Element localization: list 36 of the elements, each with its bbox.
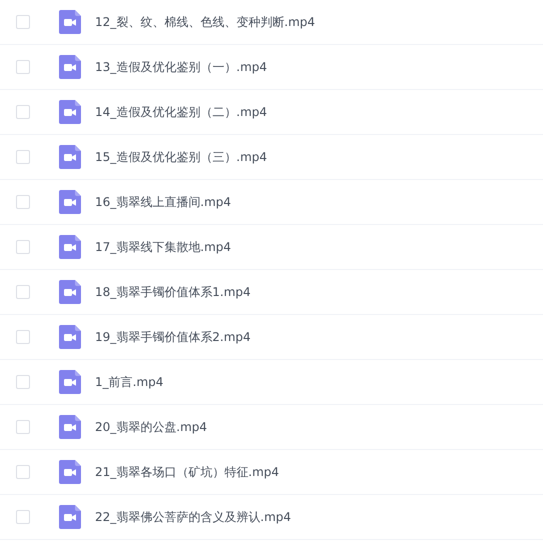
video-file-icon — [59, 505, 81, 529]
video-file-icon — [59, 55, 81, 79]
video-file-icon — [59, 235, 81, 259]
checkbox[interactable] — [16, 375, 30, 389]
checkbox[interactable] — [16, 195, 30, 209]
checkbox[interactable] — [16, 330, 30, 344]
video-file-icon — [59, 145, 81, 169]
video-file-icon — [59, 10, 81, 34]
file-name[interactable]: 18_翡翠手镯价值体系1.mp4 — [95, 284, 251, 300]
checkbox[interactable] — [16, 465, 30, 479]
file-name[interactable]: 21_翡翠各场口（矿坑）特征.mp4 — [95, 464, 280, 480]
file-name[interactable]: 14_造假及优化鉴别（二）.mp4 — [95, 104, 268, 120]
checkbox[interactable] — [16, 510, 30, 524]
file-name[interactable]: 22_翡翠佛公菩萨的含义及辨认.mp4 — [95, 508, 292, 526]
video-file-icon — [59, 100, 81, 124]
checkbox[interactable] — [16, 150, 30, 164]
checkbox[interactable] — [16, 420, 30, 434]
checkbox[interactable] — [16, 285, 30, 299]
file-name[interactable]: 15_造假及优化鉴别（三）.mp4 — [95, 148, 268, 166]
file-name[interactable]: 1_前言.mp4 — [95, 374, 164, 390]
video-file-icon — [59, 415, 81, 439]
checkbox[interactable] — [16, 15, 30, 29]
file-name[interactable]: 19_翡翠手镯价值体系2.mp4 — [95, 328, 251, 346]
video-file-icon — [59, 280, 81, 304]
checkbox[interactable] — [16, 105, 30, 119]
file-name[interactable]: 13_造假及优化鉴别（一）.mp4 — [95, 58, 268, 76]
file-name[interactable]: 16_翡翠线上直播间.mp4 — [95, 194, 232, 210]
video-file-icon — [59, 190, 81, 214]
video-file-icon — [59, 325, 81, 349]
file-name[interactable]: 17_翡翠线下集散地.mp4 — [95, 238, 232, 256]
checkbox[interactable] — [16, 240, 30, 254]
video-file-icon — [59, 370, 81, 394]
file-name[interactable]: 12_裂、纹、棉线、色线、变种判断.mp4 — [95, 14, 316, 30]
video-file-icon — [59, 460, 81, 484]
file-name[interactable]: 20_翡翠的公盘.mp4 — [95, 418, 208, 436]
checkbox[interactable] — [16, 60, 30, 74]
